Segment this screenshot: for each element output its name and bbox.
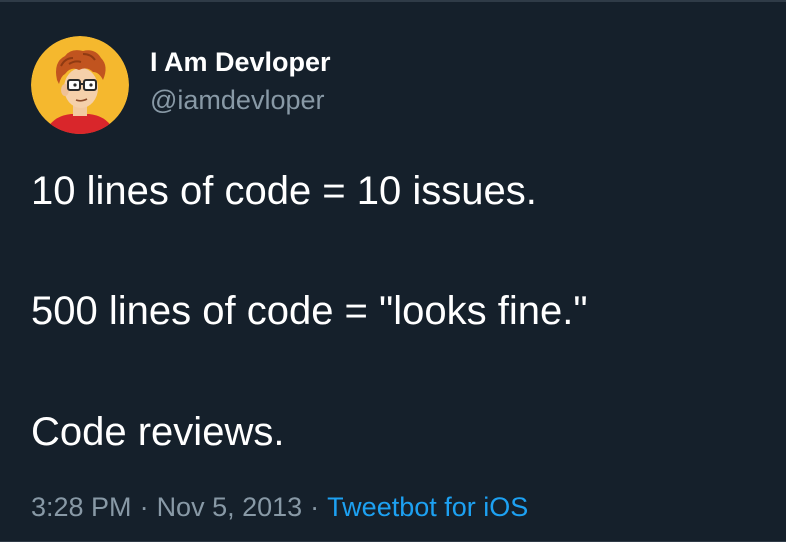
tweet-date[interactable]: Nov 5, 2013 [157, 492, 303, 522]
author-handle[interactable]: @iamdevloper [150, 84, 331, 116]
meta-separator: · [310, 492, 320, 522]
tweet-line: 500 lines of code = "looks fine." [31, 289, 588, 333]
tweet-card: I Am Devloper @iamdevloper 10 lines of c… [0, 0, 786, 542]
tweet-line: Code reviews. [31, 410, 285, 454]
author-avatar[interactable] [31, 36, 129, 134]
tweet-meta: 3:28 PM · Nov 5, 2013 · Tweetbot for iOS [31, 490, 528, 524]
tweet-source-link[interactable]: Tweetbot for iOS [327, 492, 528, 522]
tweet-time[interactable]: 3:28 PM [31, 492, 132, 522]
author-display-name[interactable]: I Am Devloper [150, 46, 331, 78]
tweet-line: 10 lines of code = 10 issues. [31, 169, 537, 213]
cartoon-developer-avatar-icon [31, 36, 129, 134]
meta-separator: · [139, 492, 149, 522]
author-info[interactable]: I Am Devloper @iamdevloper [150, 46, 331, 116]
